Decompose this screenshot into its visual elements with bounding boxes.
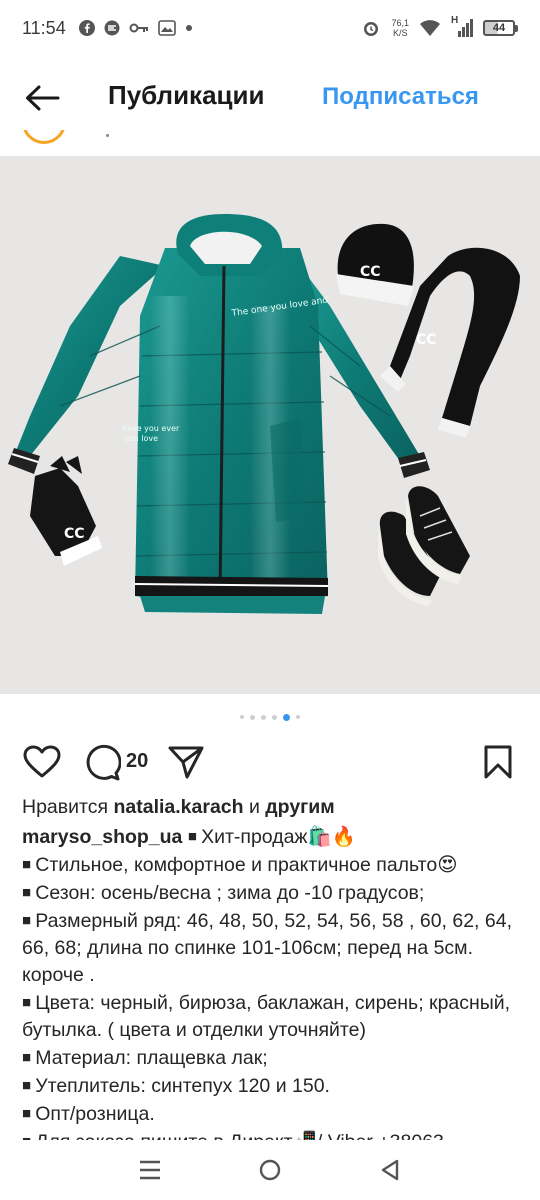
- image-icon: [157, 20, 176, 36]
- post-photo[interactable]: The one you love and have you ever you l…: [0, 156, 540, 694]
- dot-icon: [185, 24, 193, 32]
- share-button[interactable]: [166, 742, 206, 782]
- net-speed: 76,1 K/S: [391, 18, 409, 38]
- caption-line: Для заказа пишите в Директ📲/ Viber +3806…: [22, 1128, 522, 1140]
- post-content: Нравится natalia.karach и другим maryso_…: [22, 794, 522, 1140]
- page-title: Публикации: [108, 80, 265, 110]
- save-button[interactable]: [478, 742, 518, 782]
- facebook-icon: [78, 20, 95, 36]
- status-time: 11:54: [22, 17, 66, 38]
- likes-others[interactable]: другим: [265, 796, 334, 818]
- caption-line: Сезон: осень/весна ; зима до -10 градусо…: [22, 879, 522, 907]
- wifi-icon: [419, 19, 441, 37]
- comment-count[interactable]: 20: [126, 750, 148, 773]
- triangle-back-icon: [381, 1159, 399, 1181]
- send-icon: [168, 746, 204, 779]
- caption-line: Цвета: черный, бирюза, баклажан, сирень;…: [22, 989, 522, 1044]
- caption-line: Стильное, комфортное и практичное пальто…: [22, 851, 522, 879]
- likes-line[interactable]: Нравится natalia.karach и другим: [22, 794, 522, 821]
- battery-icon: 44: [483, 20, 518, 36]
- caption: maryso_shop_ua Хит-продаж🛍️🔥 Стильное, к…: [22, 823, 522, 1140]
- carousel-dot-active: [283, 713, 290, 721]
- heart-icon: [23, 745, 61, 778]
- status-bar: 11:54 76,1 K/S H 44: [0, 0, 540, 56]
- carousel-indicator: [0, 712, 540, 722]
- app-header: Публикации Подписаться: [0, 62, 540, 132]
- signal-icon: H: [451, 15, 473, 37]
- carousel-dot: [240, 715, 244, 719]
- post-actions: 20: [0, 738, 540, 784]
- e-icon: [104, 20, 120, 36]
- avatar[interactable]: [22, 130, 66, 146]
- hat-logo: CC: [360, 264, 381, 280]
- caption-line: Материал: плащевка лак;: [22, 1044, 522, 1072]
- carousel-dot: [261, 714, 266, 720]
- recent-apps-button[interactable]: [128, 1148, 172, 1192]
- network-type: H: [451, 15, 459, 26]
- bookmark-icon: [484, 745, 512, 779]
- carousel-dot: [250, 714, 255, 720]
- caption-line: Утеплитель: синтепух 120 и 150.: [22, 1072, 522, 1100]
- comment-icon: [86, 744, 121, 781]
- scarf-logo: CC: [416, 332, 437, 348]
- follow-button[interactable]: Подписаться: [322, 83, 479, 111]
- system-nav-bar: [0, 1140, 540, 1200]
- system-back-button[interactable]: [368, 1148, 412, 1192]
- caption-line: Размерный ряд: 46, 48, 50, 52, 54, 56, 5…: [22, 907, 522, 989]
- alarm-icon: [361, 18, 381, 38]
- caption-headline: Хит-продаж🛍️🔥: [188, 826, 356, 848]
- jacket-print-3: you love: [124, 434, 158, 443]
- like-button[interactable]: [22, 742, 62, 782]
- home-button[interactable]: [248, 1148, 292, 1192]
- menu-icon: [140, 1160, 160, 1180]
- comment-button[interactable]: [82, 742, 122, 782]
- caption-line: Опт/розница.: [22, 1100, 522, 1128]
- carousel-dot: [272, 714, 277, 720]
- back-arrow-icon: [26, 85, 60, 111]
- carousel-dot: [296, 715, 300, 719]
- home-circle-icon: [259, 1159, 281, 1181]
- gloves-logo: CC: [64, 526, 85, 542]
- key-icon: [129, 21, 149, 35]
- caption-username[interactable]: maryso_shop_ua: [22, 826, 182, 848]
- username-peek: [106, 134, 109, 137]
- liker-username[interactable]: natalia.karach: [113, 796, 243, 818]
- back-button[interactable]: [22, 78, 62, 118]
- jacket-print-2: have you ever: [122, 424, 180, 433]
